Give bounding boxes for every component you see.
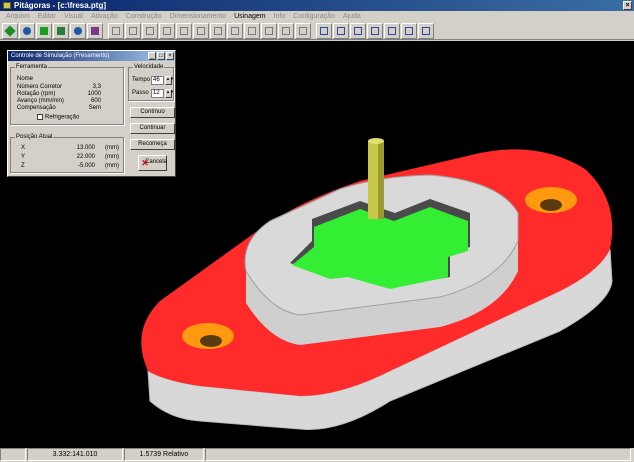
zoom-window-icon[interactable] — [142, 22, 158, 39]
window-title: Pitágoras - [c:\fresa.ptg] — [14, 1, 107, 10]
menu-arquivo[interactable]: Arquivo — [2, 11, 34, 22]
compensacao-label: Compensação — [17, 105, 56, 111]
minimize-icon[interactable]: _ — [148, 52, 156, 60]
passo-spin-icon[interactable]: ▲▼ — [165, 89, 174, 98]
maximize-icon[interactable]: □ — [157, 52, 165, 60]
snap-icon[interactable] — [278, 22, 294, 39]
app-icon — [3, 2, 11, 9]
menu-usinagem[interactable]: Usinagem — [230, 11, 270, 22]
line-tool-icon[interactable] — [2, 22, 18, 39]
status-coords: 3.332:141.010 — [27, 448, 123, 461]
milling-tool-shade — [378, 141, 384, 219]
nome-label: Nome — [17, 76, 34, 82]
close-window-button[interactable]: × — [623, 1, 632, 10]
circle-icon[interactable] — [159, 22, 175, 39]
tempo-spin-icon[interactable]: ▲▼ — [165, 76, 174, 85]
corretor-value: 3,3 — [92, 84, 101, 90]
axis-z-value: -5.000 — [77, 163, 95, 169]
status-cell-message — [205, 448, 631, 461]
solid-tool-icon[interactable] — [53, 22, 69, 39]
axis-x-label: X — [21, 145, 26, 151]
view-side-icon[interactable] — [210, 22, 226, 39]
velocidade-group: Velocidade Tempo 46 ▲▼ Passo 12 ▲▼ — [128, 64, 174, 101]
layers-icon[interactable] — [316, 22, 332, 39]
rotate-tool-icon[interactable] — [70, 22, 86, 39]
axis-x-value: 13.000 — [76, 145, 95, 151]
velocidade-group-title: Velocidade — [133, 64, 165, 71]
document-icon[interactable] — [350, 22, 366, 39]
passo-input[interactable]: 12 — [151, 89, 164, 98]
milling-tool-top — [368, 138, 384, 144]
menu-bar: Arquivo Editar Visual Ativação Construçã… — [0, 11, 634, 22]
left-hole-inner — [200, 335, 222, 347]
menu-visual[interactable]: Visual — [60, 11, 87, 22]
surface-tool-icon[interactable] — [36, 22, 52, 39]
ferramenta-group: Ferramenta Nome Número Corretor 3,3 Rota… — [10, 64, 124, 125]
passo-label: Passo — [132, 90, 149, 96]
cancel-icon: ✕ — [141, 158, 149, 168]
rotacao-label: Rotação (rpm) — [17, 91, 56, 97]
refrigeracao-checkbox[interactable]: Refrigeração — [37, 114, 79, 122]
right-hole-inner — [540, 199, 562, 211]
dialog-title: Controle de Simulação (Fresamento) — [11, 53, 110, 59]
compensacao-value: Sem — [88, 105, 101, 111]
print-icon[interactable] — [401, 22, 417, 39]
recomeca-button[interactable]: Recomeça — [130, 139, 175, 150]
menu-ajuda[interactable]: Ajuda — [339, 11, 365, 22]
avanco-value: 600 — [90, 98, 101, 104]
posicao-group: Posição Atual X 13.000 (mm) Y 22.000 (mm… — [10, 134, 124, 173]
tempo-input[interactable]: 46 — [151, 76, 164, 85]
avanco-label: Avanço (mm/min) — [17, 98, 64, 104]
menu-dimensionamento[interactable]: Dimensionamento — [166, 11, 230, 22]
list-icon[interactable] — [333, 22, 349, 39]
refrigeracao-label: Refrigeração — [45, 114, 80, 121]
view-front-icon[interactable] — [176, 22, 192, 39]
pages-icon[interactable] — [384, 22, 400, 39]
tool-path-icon[interactable] — [87, 22, 103, 39]
dialog-close-icon[interactable]: × — [166, 52, 174, 60]
continuar-button[interactable]: Continuar — [130, 123, 175, 134]
menu-configuracao[interactable]: Configuração — [289, 11, 339, 22]
menu-construcao[interactable]: Construção — [122, 11, 166, 22]
toolbar — [0, 22, 634, 40]
question-icon[interactable] — [227, 22, 243, 39]
status-relative: 1.5739 Relativo — [124, 448, 204, 461]
axis-y-value: 22.000 — [76, 154, 95, 160]
window-icon[interactable] — [125, 22, 141, 39]
axis-z-label: Z — [21, 163, 25, 169]
rotacao-value: 1000 — [87, 91, 101, 97]
simulation-dialog: Controle de Simulação (Fresamento) _ □ ×… — [7, 50, 176, 177]
axis-x-unit: (mm) — [105, 145, 119, 151]
export-icon[interactable] — [418, 22, 434, 39]
view-top-icon[interactable] — [193, 22, 209, 39]
copy-icon[interactable] — [367, 22, 383, 39]
corretor-label: Número Corretor — [17, 84, 63, 90]
measure-icon[interactable] — [295, 22, 311, 39]
menu-editar[interactable]: Editar — [34, 11, 60, 22]
status-bar: 3.332:141.010 1.5739 Relativo — [0, 448, 634, 462]
status-cell-empty — [0, 448, 26, 461]
checkbox-icon[interactable] — [37, 114, 43, 120]
cancela-button[interactable]: ✕ Cancela — [138, 155, 167, 171]
continuo-button[interactable]: Contínuo — [130, 107, 175, 118]
tempo-label: Tempo — [132, 77, 151, 83]
axis-y-label: Y — [21, 154, 26, 160]
arrows-icon[interactable] — [261, 22, 277, 39]
dialog-title-bar: Controle de Simulação (Fresamento) _ □ × — [8, 51, 175, 61]
menu-ativacao[interactable]: Ativação — [87, 11, 122, 22]
redraw-icon[interactable] — [244, 22, 260, 39]
menu-info[interactable]: Info — [270, 11, 290, 22]
point-tool-icon[interactable] — [19, 22, 35, 39]
ferramenta-group-title: Ferramenta — [15, 64, 49, 71]
axis-z-unit: (mm) — [105, 163, 119, 169]
posicao-group-title: Posição Atual — [15, 134, 54, 141]
grid-icon[interactable] — [108, 22, 124, 39]
axis-y-unit: (mm) — [105, 154, 119, 160]
title-bar: Pitágoras - [c:\fresa.ptg] × — [0, 0, 634, 11]
